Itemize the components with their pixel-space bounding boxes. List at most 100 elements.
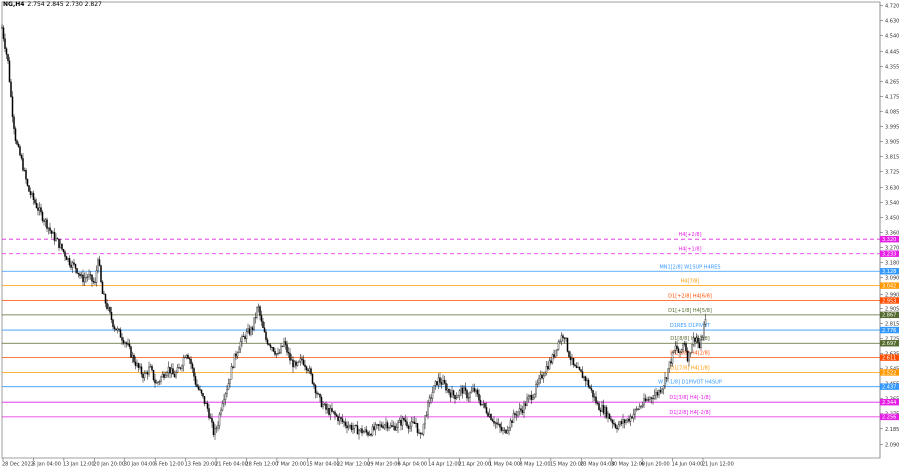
candle-body	[8, 60, 11, 83]
candle-body	[55, 238, 57, 241]
candle-body	[113, 326, 116, 329]
candle-body	[472, 388, 474, 392]
candle-body	[79, 273, 81, 277]
candle-body	[605, 407, 608, 418]
candle-body	[689, 352, 692, 354]
candle-body	[389, 425, 392, 428]
candle-body	[86, 276, 89, 278]
candle-body	[161, 373, 164, 378]
level-label: D1[2/8] H4[-2/8]	[669, 410, 710, 416]
level-price-tag-text: 2.611	[882, 355, 896, 361]
candle-body	[334, 411, 336, 415]
y-tick-label: 4.540	[885, 33, 899, 39]
candle-body	[220, 409, 222, 415]
candle-body	[430, 397, 432, 399]
x-tick-label: 22 Mar 12:00	[337, 462, 370, 468]
candle-body	[649, 397, 651, 400]
candle-body	[77, 272, 80, 275]
candle-body	[169, 366, 171, 374]
candle-body	[322, 404, 324, 408]
candle-body	[626, 418, 629, 421]
y-tick-label: 3.725	[885, 170, 899, 176]
candle-body	[704, 319, 707, 325]
candle-body	[532, 397, 534, 400]
candle-body	[20, 155, 23, 159]
candle-body	[274, 351, 276, 355]
candle-body	[637, 408, 639, 410]
candle-body	[523, 403, 525, 413]
candle-body	[202, 393, 204, 397]
candle-body	[686, 350, 689, 362]
candle-body	[106, 303, 108, 309]
candle-body	[190, 358, 192, 365]
candle-body	[436, 381, 438, 386]
candle-body	[685, 343, 687, 352]
candle-body	[479, 400, 482, 406]
candle-body	[329, 408, 332, 415]
candle-body	[173, 374, 176, 378]
x-tick-label: 28 Feb 12:00	[245, 462, 278, 468]
candle-body	[356, 425, 359, 435]
candle-body	[23, 170, 26, 172]
x-tick-label: 28 Dec 2022	[2, 462, 34, 468]
candle-body	[601, 405, 603, 412]
candle-body	[179, 367, 182, 369]
x-tick-label: 7 Mar 20:00	[276, 462, 306, 468]
level-price-tag-text: 2.953	[882, 298, 896, 304]
candle-body	[575, 365, 578, 368]
candle-body	[419, 433, 422, 434]
candle-body	[347, 426, 350, 429]
candle-body	[467, 397, 470, 399]
candle-body	[599, 409, 602, 412]
y-tick-label: 3.090	[885, 276, 899, 282]
candle-body	[193, 368, 195, 377]
candle-body	[359, 428, 362, 431]
candle-body	[74, 263, 77, 269]
candle-body	[610, 418, 612, 421]
candle-body	[299, 358, 302, 362]
candle-body	[530, 395, 533, 400]
candle-body	[214, 428, 216, 435]
candle-body	[229, 379, 231, 384]
candle-body	[92, 281, 95, 283]
chart-window[interactable]: 4.720 4.630 4.540 4.445 4.355 4.265 4.175 4.085…	[0, 0, 900, 468]
candle-body	[548, 360, 551, 370]
candle-body	[500, 427, 503, 431]
candle-body	[563, 337, 566, 339]
level-price-tag-text: 3.128	[882, 269, 896, 275]
candle-body	[565, 337, 567, 339]
x-tick-label: 15 May 20:00	[550, 462, 584, 468]
candle-body	[226, 389, 228, 394]
candle-body	[593, 396, 596, 398]
candle-body	[458, 390, 461, 396]
candle-body	[508, 427, 510, 432]
candle-body	[263, 327, 266, 333]
y-tick-label: 3.360	[885, 231, 899, 237]
y-tick-label: 2.090	[885, 443, 899, 449]
candle-body	[418, 432, 420, 434]
candle-body	[503, 429, 506, 431]
candle-body	[541, 374, 543, 379]
candle-body	[130, 346, 132, 358]
candle-body	[677, 348, 680, 353]
candle-body	[412, 421, 414, 423]
candle-body	[574, 364, 576, 367]
candle-body	[2, 27, 5, 39]
candle-body	[158, 381, 161, 383]
candle-body	[328, 408, 330, 415]
x-tick-label: 21 Apr 20:00	[459, 462, 492, 468]
candle-body	[247, 328, 249, 332]
candle-body	[572, 357, 575, 365]
candle-body	[380, 424, 383, 427]
candle-body	[559, 341, 561, 343]
y-tick-label: 3.180	[885, 261, 899, 267]
candle-body	[694, 337, 696, 342]
candle-body	[265, 331, 267, 340]
candle-body	[70, 264, 72, 268]
candle-body	[295, 361, 297, 366]
price-chart[interactable]: 4.720 4.630 4.540 4.445 4.355 4.265 4.175 4.085…	[0, 0, 900, 468]
candle-body	[46, 219, 48, 229]
candle-body	[37, 207, 39, 211]
candle-body	[140, 366, 143, 375]
candle-body	[355, 424, 357, 426]
